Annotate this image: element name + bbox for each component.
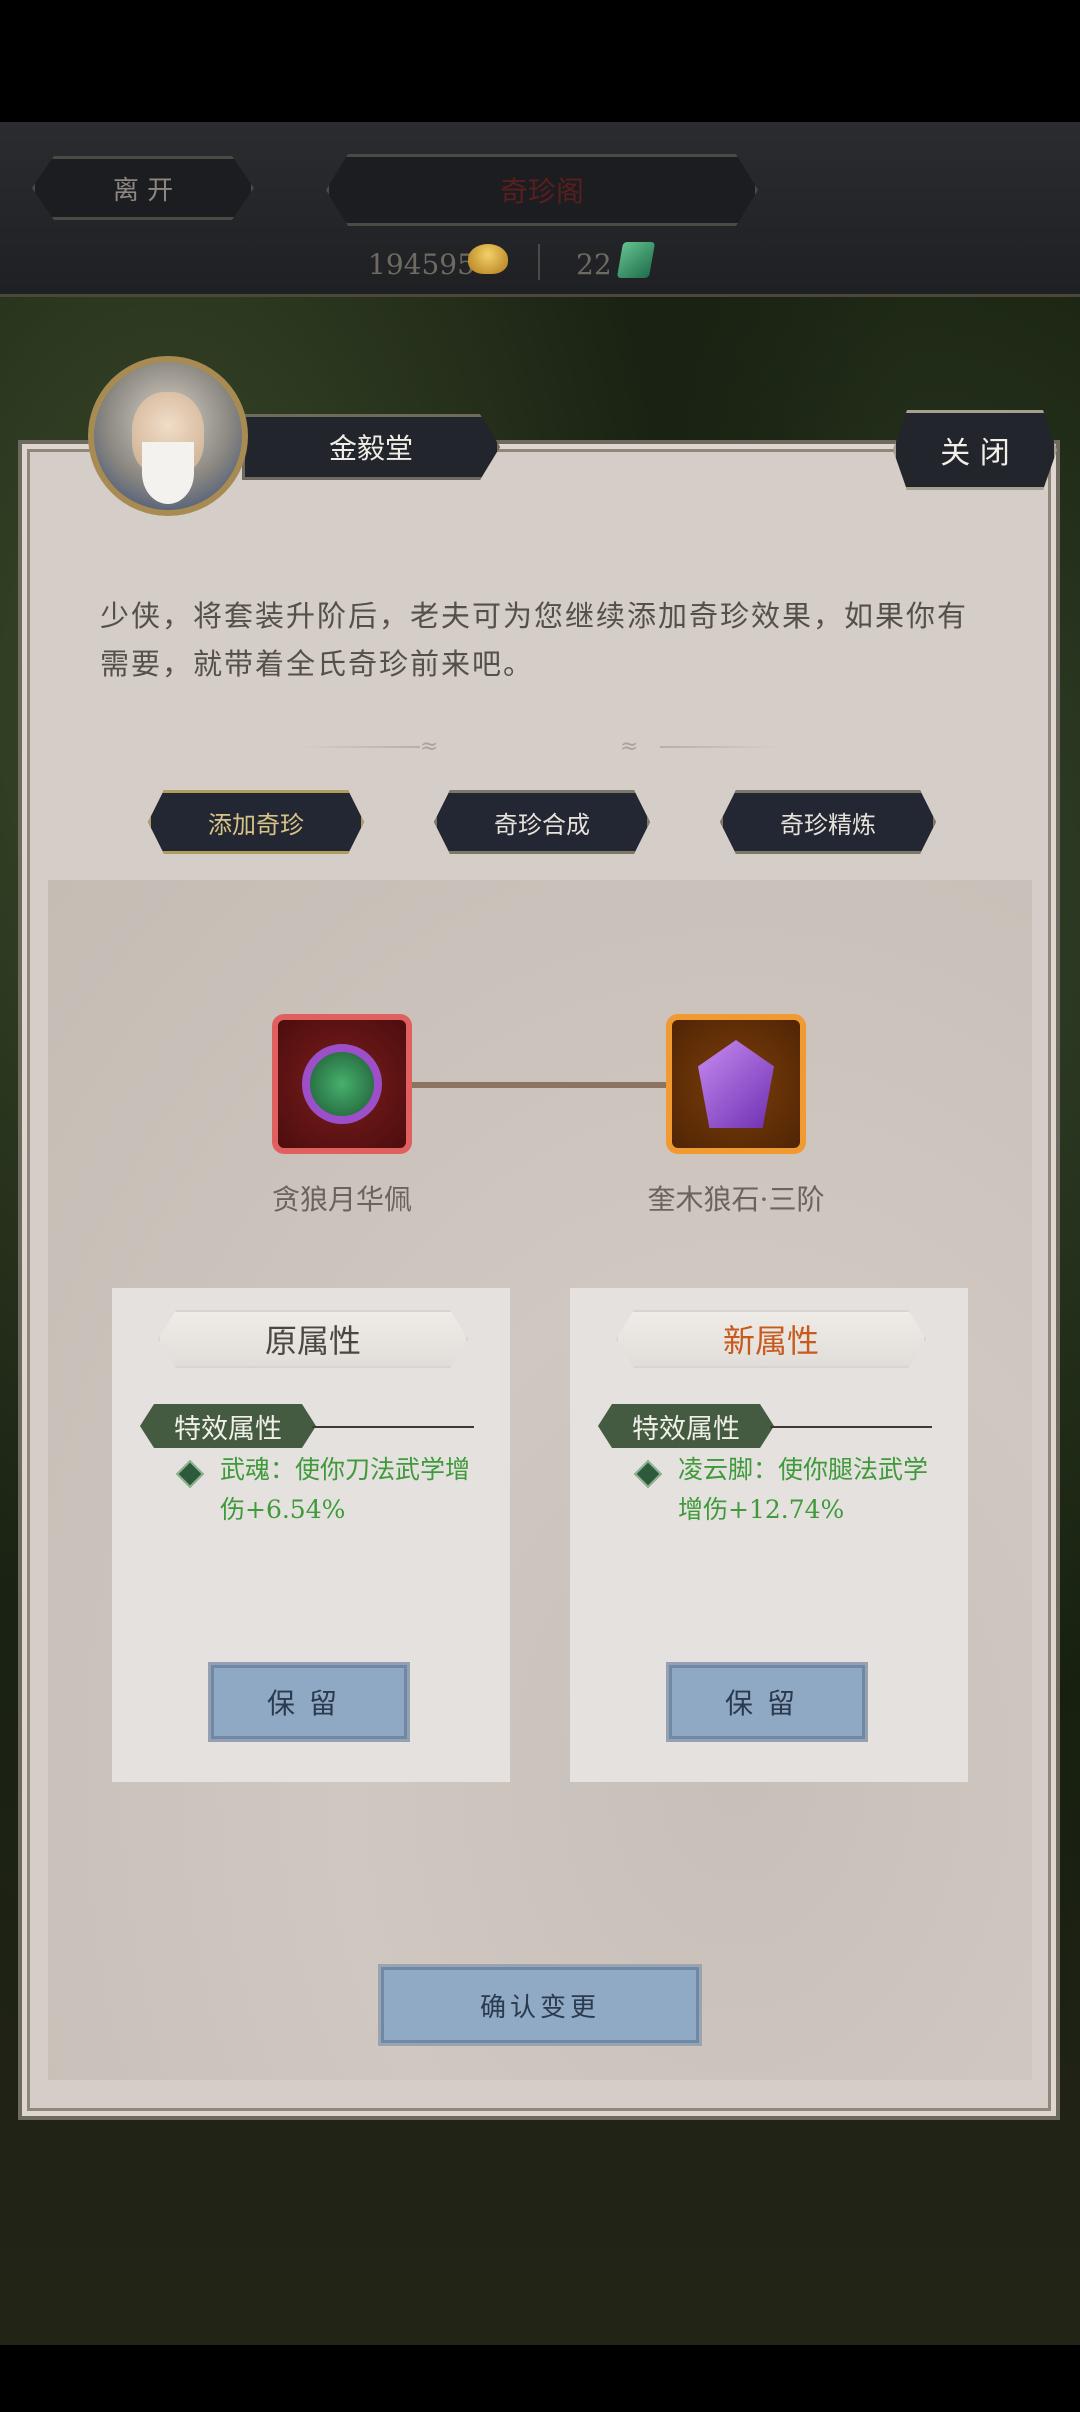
tab-combine-treasure[interactable]: 奇珍合成 xyxy=(434,790,650,854)
confirm-change-button[interactable]: 确认变更 xyxy=(378,1964,702,2046)
original-attribute-card: 原属性 特效属性 武魂：使你刀法武学增伤+6.54% 保留 xyxy=(112,1288,510,1782)
special-effect-tag: 特效属性 xyxy=(598,1404,774,1448)
npc-avatar xyxy=(88,356,248,516)
shop-title: 奇珍阁 xyxy=(326,154,758,226)
diamond-bullet-icon xyxy=(175,1459,205,1489)
connector-line xyxy=(412,1082,666,1088)
divider-ornament-right xyxy=(660,746,780,748)
gold-amount: 194595 xyxy=(368,248,475,281)
close-button[interactable]: 关 闭 xyxy=(893,410,1057,490)
resource-divider xyxy=(538,244,540,280)
new-attribute-card: 新属性 特效属性 凌云脚：使你腿法武学增伤+12.74% 保留 xyxy=(570,1288,968,1782)
cloud-ornament-icon: ≈ xyxy=(620,734,639,759)
bottom-bar xyxy=(0,2345,1080,2412)
equipment-name: 贪狼月华佩 xyxy=(271,1183,412,1216)
jade-pendant-icon xyxy=(302,1044,382,1124)
keep-new-button[interactable]: 保留 xyxy=(666,1662,868,1742)
original-attribute-title: 原属性 xyxy=(158,1310,468,1368)
treasure-name: 奎木狼石·三阶 xyxy=(647,1183,825,1216)
beard-icon xyxy=(142,442,194,504)
treasure-slot[interactable] xyxy=(666,1014,806,1154)
equipment-slot[interactable] xyxy=(272,1014,412,1154)
tab-refine-treasure[interactable]: 奇珍精炼 xyxy=(720,790,936,854)
npc-dialogue-text: 少侠，将套装升阶后，老夫可为您继续添加奇珍效果，如果你有需要，就带着全氏奇珍前来… xyxy=(100,599,969,681)
diamond-bullet-icon xyxy=(633,1459,663,1489)
gold-ingot-icon xyxy=(468,244,508,274)
section-divider xyxy=(312,1426,474,1428)
tab-add-treasure[interactable]: 添加奇珍 xyxy=(148,790,364,854)
jade-amount: 22 xyxy=(576,248,612,281)
cloud-ornament-icon: ≈ xyxy=(420,734,439,759)
new-effect-text: 凌云脚：使你腿法武学增伤+12.74% xyxy=(678,1455,929,1524)
jade-token-icon xyxy=(616,242,656,278)
npc-name-plate: 金毅堂 xyxy=(242,414,500,480)
special-effect-tag: 特效属性 xyxy=(140,1404,316,1448)
original-effect-text: 武魂：使你刀法武学增伤+6.54% xyxy=(220,1455,471,1524)
keep-original-button[interactable]: 保留 xyxy=(208,1662,410,1742)
purple-wolf-stone-icon xyxy=(698,1040,774,1128)
divider-ornament-left xyxy=(300,746,420,748)
section-divider xyxy=(770,1426,932,1428)
new-attribute-title: 新属性 xyxy=(616,1310,926,1368)
leave-button[interactable]: 离 开 xyxy=(32,156,254,220)
